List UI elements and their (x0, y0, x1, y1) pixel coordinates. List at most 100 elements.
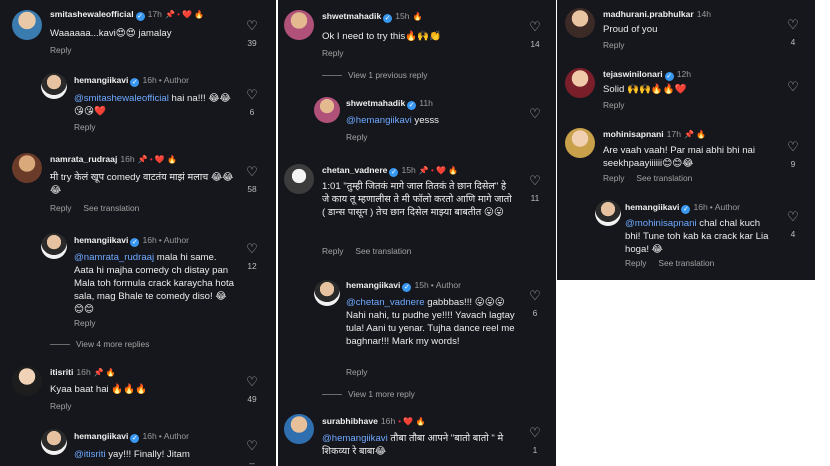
comment-time: 15h (414, 280, 429, 290)
pinned-liked-tags: 📌 • ❤️ 🔥 (418, 166, 459, 175)
see-translation-button[interactable]: See translation (658, 258, 714, 268)
heart-outline-icon[interactable]: ♡ (527, 174, 543, 188)
avatar[interactable] (41, 429, 67, 455)
comment-username[interactable]: hemangiikavi (625, 202, 679, 212)
avatar[interactable] (595, 200, 621, 226)
avatar[interactable] (284, 414, 314, 444)
comment-username[interactable]: itisriti (50, 367, 73, 377)
heart-outline-icon[interactable]: ♡ (527, 426, 543, 440)
see-translation-button[interactable]: See translation (355, 246, 411, 256)
comment-time: 16h (120, 154, 135, 164)
avatar[interactable] (12, 366, 42, 396)
comment-username[interactable]: madhurani.prabhulkar (603, 9, 694, 19)
avatar[interactable] (41, 233, 67, 259)
reply-button[interactable]: Reply (74, 318, 95, 328)
heart-outline-icon[interactable]: ♡ (785, 210, 801, 224)
mention-link[interactable]: @namrata_rudraaj (74, 252, 154, 263)
comment-text: yesss (411, 115, 439, 126)
comment-time: 15h (395, 11, 410, 21)
view-more-reply-button[interactable]: View 1 more reply (322, 389, 415, 399)
reply-button[interactable]: Reply (625, 258, 646, 268)
mention-link[interactable]: @hemangiikavi (322, 433, 388, 444)
verified-badge-icon: ✓ (130, 434, 140, 443)
like-count: 4 (790, 37, 796, 47)
comment-item: tejaswinilonari ✓ 12h Solid 🙌🙌🔥🔥❤️ Reply ♡ (557, 62, 815, 118)
avatar[interactable] (284, 164, 314, 194)
comment-username[interactable]: surabhibhave (322, 416, 378, 426)
heart-outline-icon[interactable]: ♡ (785, 18, 801, 32)
reply-button[interactable]: Reply (346, 367, 367, 377)
heart-outline-icon[interactable]: ♡ (244, 439, 260, 453)
heart-outline-icon[interactable]: ♡ (527, 107, 543, 121)
view-more-replies-button[interactable]: View 4 more replies (50, 339, 149, 349)
see-translation-button[interactable]: See translation (636, 173, 692, 183)
avatar[interactable] (314, 97, 340, 123)
comment-item: namrata_rudraaj 16h 📌 • ❤️ 🔥 मी try केलं ख… (0, 145, 276, 215)
reply-button[interactable]: Reply (50, 45, 71, 55)
verified-badge-icon: ✓ (383, 14, 393, 23)
heart-outline-icon[interactable]: ♡ (244, 242, 260, 256)
heart-outline-icon[interactable]: ♡ (244, 19, 260, 33)
pinned-liked-tags: 📌 • ❤️ 🔥 (137, 155, 178, 164)
comment-username[interactable]: hemangiikavi (74, 235, 128, 245)
comments-panel-left: smitashewaleofficial ✓ 17h 📌 • ❤️ 🔥 Waaaaaa… (0, 0, 276, 466)
view-more-label: View 4 more replies (76, 339, 150, 349)
reply-button[interactable]: Reply (603, 40, 624, 50)
mention-link[interactable]: @chetan_vadnere (346, 297, 425, 308)
comment-text: Waaaaaa...kavi😍😍 jamalay (50, 28, 172, 39)
avatar[interactable] (12, 153, 42, 183)
comment-username[interactable]: shwetmahadik (346, 98, 405, 108)
reply-button[interactable]: Reply (50, 203, 71, 213)
mention-link[interactable]: @itisriti (74, 449, 106, 460)
author-label: • Author (709, 202, 741, 212)
comment-username[interactable]: hemangiikavi (346, 280, 400, 290)
heart-outline-icon[interactable]: ♡ (527, 289, 543, 303)
heart-outline-icon[interactable]: ♡ (785, 140, 801, 154)
comment-username[interactable]: mohinisapnani (603, 129, 664, 139)
comment-time: 16h (380, 416, 396, 426)
comment-text: Proud of you (603, 24, 658, 35)
comment-text: 1:01 "तुम्ही जितकं मागे जाल तितकं ते छान… (322, 181, 512, 218)
heart-outline-icon[interactable]: ♡ (244, 375, 260, 389)
reply-button[interactable]: Reply (603, 100, 624, 110)
avatar[interactable] (565, 8, 595, 38)
reply-button[interactable]: Reply (603, 173, 624, 183)
comment-username[interactable]: chetan_vadnere (322, 165, 387, 175)
comment-username[interactable]: tejaswinilonari (603, 69, 663, 79)
avatar[interactable] (284, 10, 314, 40)
heart-outline-icon[interactable]: ♡ (244, 88, 260, 102)
mention-link[interactable]: @hemangiikavi (346, 115, 412, 126)
avatar[interactable] (314, 280, 340, 306)
comment-username[interactable]: smitashewaleofficial (50, 9, 134, 19)
heart-outline-icon[interactable]: ♡ (785, 80, 801, 94)
comment-time: 14h (696, 9, 712, 19)
avatar[interactable] (565, 68, 595, 98)
reply-item: hemangiikavi ✓ 16h • Author @mohinisapnani … (557, 196, 815, 276)
avatar[interactable] (565, 128, 595, 158)
avatar[interactable] (41, 73, 67, 99)
view-previous-reply-button[interactable]: View 1 previous reply (322, 70, 427, 80)
comment-username[interactable]: hemangiikavi (74, 75, 128, 85)
reply-button[interactable]: Reply (50, 401, 71, 411)
reply-button[interactable]: Reply (74, 122, 95, 132)
see-translation-button[interactable]: See translation (83, 203, 139, 213)
heart-outline-icon[interactable]: ♡ (244, 165, 260, 179)
heart-outline-icon[interactable]: ♡ (527, 20, 543, 34)
avatar[interactable] (12, 10, 42, 40)
like-count: 49 (247, 394, 257, 404)
reply-button[interactable]: Reply (322, 246, 343, 256)
verified-badge-icon: ✓ (130, 78, 140, 87)
mention-link[interactable]: @smitashewaleofficial (74, 93, 169, 104)
like-count: -- (249, 458, 255, 466)
reply-button[interactable]: Reply (322, 48, 343, 58)
verified-badge-icon: ✓ (402, 283, 412, 292)
pinned-liked-tags: 📌 🔥 (683, 130, 707, 139)
comment-username[interactable]: hemangiikavi (74, 431, 128, 441)
comment-username[interactable]: namrata_rudraaj (50, 154, 117, 164)
reply-item: shwetmahadik ✓ 11h @hemangiikavi yesss Rep… (278, 92, 556, 148)
comment-time: 15h (401, 165, 416, 175)
comment-username[interactable]: shwetmahadik (322, 11, 381, 21)
mention-link[interactable]: @mohinisapnani (625, 218, 697, 229)
reply-button[interactable]: Reply (346, 132, 367, 142)
view-previous-label: View 1 previous reply (348, 70, 428, 80)
